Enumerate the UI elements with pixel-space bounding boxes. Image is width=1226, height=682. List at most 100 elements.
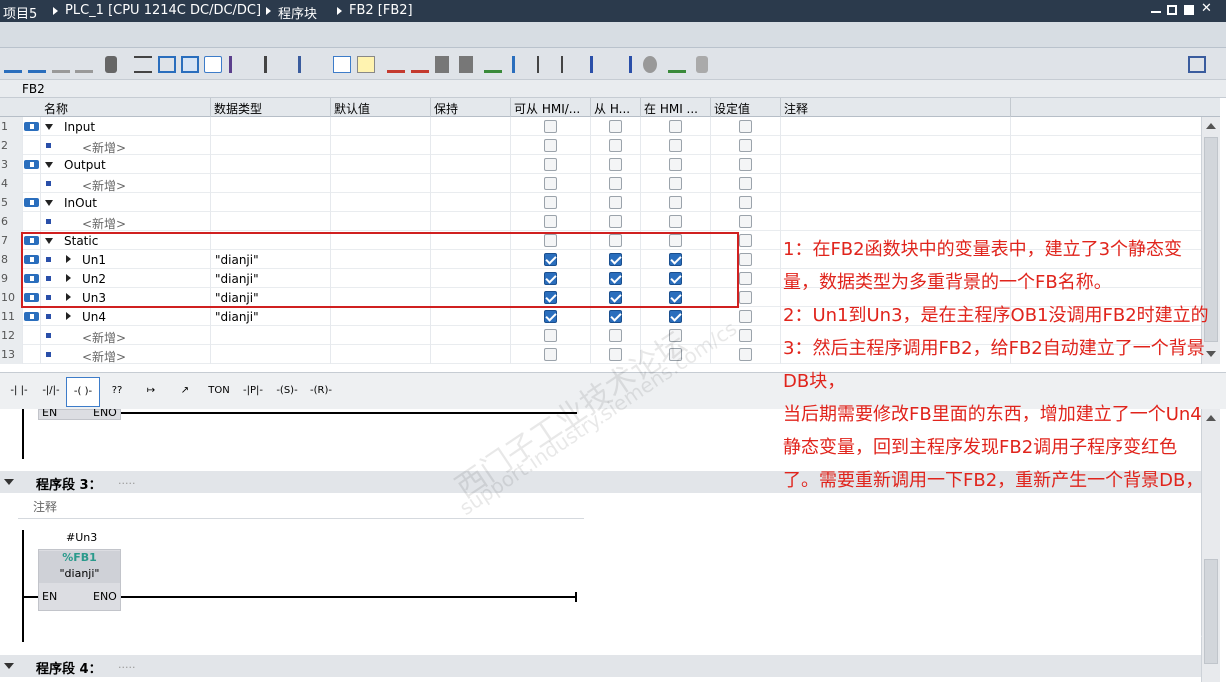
row-move-icon[interactable] <box>75 56 93 73</box>
row-number[interactable]: 7 <box>0 231 22 250</box>
col-datatype[interactable]: 数据类型 <box>214 100 262 117</box>
monitor-run-icon[interactable] <box>668 56 686 73</box>
breadcrumb-plc[interactable]: PLC_1 [CPU 1214C DC/DC/DC] <box>65 3 261 18</box>
param-checkbox[interactable] <box>739 120 752 133</box>
return-icon[interactable] <box>614 56 632 73</box>
param-checkbox[interactable] <box>609 177 622 190</box>
param-checkbox[interactable] <box>609 196 622 209</box>
table-row[interactable]: 2 <新增> <box>0 136 1201 155</box>
row-number[interactable]: 1 <box>0 117 22 136</box>
add-new-placeholder[interactable]: <新增> <box>82 177 126 194</box>
list-view-icon[interactable] <box>134 56 152 73</box>
download-icon[interactable] <box>459 56 473 73</box>
coil-button[interactable]: -( )- <box>66 377 100 407</box>
add-new-placeholder[interactable]: <新增> <box>82 215 126 232</box>
param-name[interactable]: Un4 <box>82 310 106 324</box>
param-checkbox[interactable] <box>739 348 752 361</box>
param-checkbox[interactable] <box>609 139 622 152</box>
collapse-icon[interactable] <box>4 663 14 669</box>
param-checkbox[interactable] <box>544 196 557 209</box>
col-hmi-visible[interactable]: 从 H... <box>594 100 640 117</box>
table-row[interactable]: 3 Output <box>0 155 1201 174</box>
network-comment[interactable]: 注释 <box>33 498 57 515</box>
expand-icon[interactable] <box>66 312 71 320</box>
param-checkbox[interactable] <box>544 348 557 361</box>
table-row[interactable]: 4 <新增> <box>0 174 1201 193</box>
snapshot-icon[interactable] <box>484 56 502 73</box>
step-over-icon[interactable] <box>537 56 555 73</box>
param-checkbox[interactable] <box>739 253 752 266</box>
col-separator[interactable] <box>590 98 591 117</box>
param-checkbox[interactable] <box>609 215 622 228</box>
param-checkbox[interactable] <box>609 329 622 342</box>
collapse-icon[interactable] <box>45 162 53 168</box>
col-separator[interactable] <box>510 98 511 117</box>
next-error-icon[interactable] <box>411 56 429 73</box>
breadcrumb-project[interactable]: 项目5 <box>3 3 37 22</box>
row-number[interactable]: 3 <box>0 155 22 174</box>
col-retain[interactable]: 保持 <box>434 100 458 117</box>
call-hierarchy-icon[interactable] <box>590 56 608 73</box>
col-separator[interactable] <box>780 98 781 117</box>
interface-view-icon[interactable] <box>181 56 199 73</box>
network-4-header[interactable]: 程序段 4： ..... <box>0 655 1201 677</box>
param-checkbox[interactable] <box>544 158 557 171</box>
param-checkbox[interactable] <box>739 158 752 171</box>
add-new-placeholder[interactable]: <新增> <box>82 348 126 364</box>
network-3-title-dots[interactable]: ..... <box>118 474 135 487</box>
network-view-icon[interactable] <box>158 56 176 73</box>
restore-icon[interactable] <box>1167 5 1177 15</box>
go-to-error-icon[interactable] <box>387 56 405 73</box>
param-checkbox[interactable] <box>609 310 622 323</box>
param-checkbox[interactable] <box>669 177 682 190</box>
col-separator[interactable] <box>430 98 431 117</box>
param-checkbox[interactable] <box>609 158 622 171</box>
table-row[interactable]: 5 InOut <box>0 193 1201 212</box>
col-name[interactable]: 名称 <box>44 100 68 117</box>
add-row-icon[interactable] <box>28 56 46 73</box>
insert-network-icon[interactable] <box>229 56 247 73</box>
comment-toggle-icon[interactable] <box>204 56 222 73</box>
param-checkbox[interactable] <box>544 310 557 323</box>
row-number[interactable]: 5 <box>0 193 22 212</box>
param-checkbox[interactable] <box>669 158 682 171</box>
param-checkbox[interactable] <box>739 215 752 228</box>
minimize-icon[interactable] <box>1151 11 1161 13</box>
param-checkbox[interactable] <box>669 139 682 152</box>
absolute-address-icon[interactable] <box>264 56 282 73</box>
ton-timer-button[interactable]: TON <box>202 377 236 407</box>
param-checkbox[interactable] <box>669 196 682 209</box>
table-row[interactable]: 1 Input <box>0 117 1201 136</box>
param-checkbox[interactable] <box>739 139 752 152</box>
param-checkbox[interactable] <box>669 348 682 361</box>
col-setpoint[interactable]: 设定值 <box>714 100 750 117</box>
database-icon[interactable] <box>696 56 708 73</box>
row-number[interactable]: 10 <box>0 288 22 307</box>
monitor-icon[interactable] <box>105 56 117 73</box>
param-name[interactable]: InOut <box>64 196 97 210</box>
step-out-icon[interactable] <box>561 56 579 73</box>
reset-coil-button[interactable]: -(R)- <box>304 377 338 407</box>
instance-name[interactable]: #Un3 <box>66 531 97 544</box>
empty-box-button[interactable]: ?? <box>100 377 134 407</box>
collapse-icon[interactable] <box>45 124 53 130</box>
param-checkbox[interactable] <box>544 120 557 133</box>
param-name[interactable]: Output <box>64 158 106 172</box>
col-separator[interactable] <box>210 98 211 117</box>
param-checkbox[interactable] <box>669 120 682 133</box>
col-comment[interactable]: 注释 <box>784 100 808 117</box>
row-number[interactable]: 11 <box>0 307 22 326</box>
panel-layout-icon[interactable] <box>1188 56 1206 73</box>
col-hmi-access[interactable]: 可从 HMI/... <box>514 100 590 117</box>
fb-call-box[interactable]: %FB1 "dianji" EN ENO <box>38 549 121 611</box>
param-checkbox[interactable] <box>609 348 622 361</box>
col-hmi-writable[interactable]: 在 HMI ... <box>644 100 710 117</box>
add-new-placeholder[interactable]: <新增> <box>82 329 126 346</box>
scroll-thumb[interactable] <box>1204 559 1218 664</box>
param-checkbox[interactable] <box>669 310 682 323</box>
row-number[interactable]: 6 <box>0 212 22 231</box>
row-number[interactable]: 4 <box>0 174 22 193</box>
table-row[interactable]: 6 <新增> <box>0 212 1201 231</box>
param-checkbox[interactable] <box>739 177 752 190</box>
maximize-icon[interactable] <box>1184 5 1194 15</box>
